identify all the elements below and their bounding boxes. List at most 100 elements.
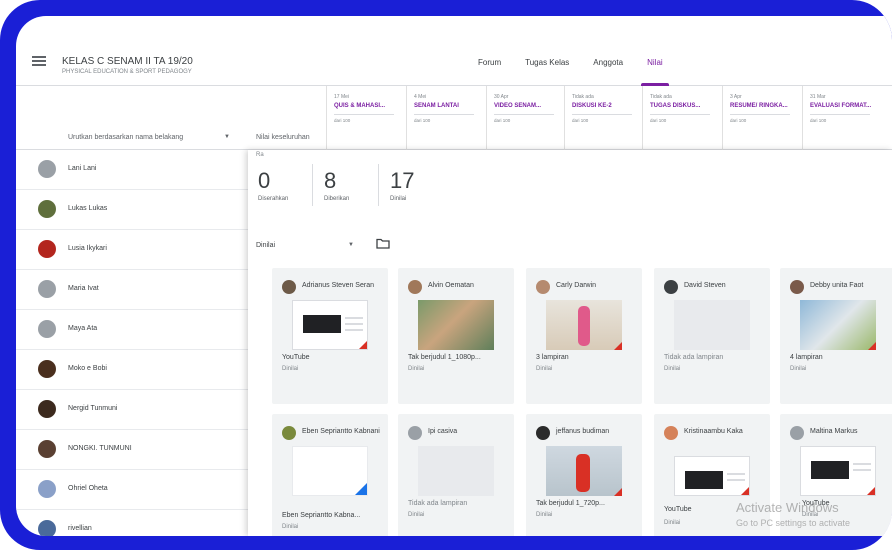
avatar bbox=[38, 320, 56, 338]
attachment-thumbnail[interactable] bbox=[800, 300, 876, 350]
avatar bbox=[790, 280, 804, 294]
status-filter-dropdown[interactable]: Dinilai bbox=[256, 242, 275, 249]
assignment-max: dari 100 bbox=[650, 118, 667, 123]
column-divider bbox=[642, 86, 643, 150]
student-row[interactable]: rivellian bbox=[16, 510, 248, 536]
attachment-label[interactable]: 4 lampiran bbox=[790, 354, 823, 361]
assignment-name[interactable]: TUGAS DISKUS... bbox=[650, 102, 720, 110]
assignment-name[interactable]: SENAM LANTAI bbox=[414, 102, 484, 110]
device-frame: KELAS C SENAM II TA 19/20 PHYSICAL EDUCA… bbox=[0, 0, 892, 550]
attachment-label[interactable]: YouTube bbox=[282, 354, 310, 361]
status-label: Dinilai bbox=[408, 512, 425, 518]
attachment-thumbnail[interactable] bbox=[674, 456, 750, 496]
assignment-due: 30 Apr bbox=[494, 94, 509, 100]
assignment-name[interactable]: RESUME/ RINGKA... bbox=[730, 102, 800, 110]
student-name: Ipi casiva bbox=[428, 428, 458, 435]
submission-card[interactable]: Ipi casiva Tidak ada lampiran Dinilai bbox=[398, 414, 514, 536]
submission-card[interactable]: Carly Darwin 3 lampiran Dinilai bbox=[526, 268, 642, 404]
sort-dropdown[interactable]: Urutkan berdasarkan nama belakang bbox=[68, 134, 183, 141]
student-row[interactable]: Moko e Bobi bbox=[16, 350, 248, 390]
top-bar: KELAS C SENAM II TA 19/20 PHYSICAL EDUCA… bbox=[16, 16, 892, 86]
assignment-max: dari 100 bbox=[810, 118, 827, 123]
assignment-column-1[interactable]: 17 Mei QUIS & MAHASI... dari 100 bbox=[334, 94, 404, 123]
student-row[interactable]: Ohriel Oheta bbox=[16, 470, 248, 510]
student-row[interactable]: Lukas Lukas bbox=[16, 190, 248, 230]
status-label: Dinilai bbox=[282, 524, 299, 530]
attachment-label[interactable]: Tak berjudul 1_720p... bbox=[536, 500, 605, 507]
assignment-column-4[interactable]: Tidak ada DISKUSI KE-2 dari 100 bbox=[572, 94, 642, 123]
attachment-thumbnail[interactable] bbox=[546, 300, 622, 350]
avatar bbox=[536, 426, 550, 440]
student-name: Eben Sepriantto Kabnani bbox=[302, 428, 380, 435]
attachment-thumbnail[interactable] bbox=[800, 446, 876, 496]
student-row[interactable]: Lusia Ikykari bbox=[16, 230, 248, 270]
student-name: rivellian bbox=[68, 525, 92, 532]
attachment-label[interactable]: YouTube bbox=[664, 506, 692, 513]
folder-icon[interactable] bbox=[376, 238, 390, 249]
attachment-label[interactable]: Tak berjudul 1_1080p... bbox=[408, 354, 481, 361]
tab-nilai[interactable]: Nilai bbox=[635, 58, 675, 86]
student-row[interactable]: Maria Ivat bbox=[16, 270, 248, 310]
assignment-column-6[interactable]: 3 Apr RESUME/ RINGKA... dari 100 bbox=[730, 94, 800, 123]
student-name: Kristinaambu Kaka bbox=[684, 428, 743, 435]
attachment-thumbnail[interactable] bbox=[418, 300, 494, 350]
student-row[interactable]: Maya Ata bbox=[16, 310, 248, 350]
tab-bar: Forum Tugas Kelas Anggota Nilai bbox=[466, 58, 675, 86]
submission-card[interactable]: Alvin Oematan Tak berjudul 1_1080p... Di… bbox=[398, 268, 514, 404]
status-label: Dinilai bbox=[664, 520, 681, 526]
attachment-thumbnail[interactable] bbox=[292, 300, 368, 350]
attachment-label[interactable]: 3 lampiran bbox=[536, 354, 569, 361]
avatar bbox=[282, 426, 296, 440]
submission-card[interactable]: David Steven Tidak ada lampiran Dinilai bbox=[654, 268, 770, 404]
avatar bbox=[38, 400, 56, 418]
tab-forum[interactable]: Forum bbox=[466, 58, 513, 86]
grade-header-row: Urutkan berdasarkan nama belakang ▼ Nila… bbox=[16, 86, 892, 150]
assignment-max: dari 100 bbox=[730, 118, 747, 123]
stat-value: 17 bbox=[390, 168, 415, 193]
student-name: David Steven bbox=[684, 282, 726, 289]
assignment-name[interactable]: DISKUSI KE-2 bbox=[572, 102, 642, 110]
assignment-column-3[interactable]: 30 Apr VIDEO SENAM... dari 100 bbox=[494, 94, 564, 123]
menu-icon[interactable] bbox=[32, 56, 46, 66]
class-title[interactable]: KELAS C SENAM II TA 19/20 bbox=[62, 56, 193, 67]
assignment-name[interactable]: EVALUASI FORMAT... bbox=[810, 102, 880, 110]
stat-label: Dinilai bbox=[390, 196, 407, 202]
student-row[interactable]: Nergid Tunmuni bbox=[16, 390, 248, 430]
submission-card[interactable]: jeffanus budiman Tak berjudul 1_720p... … bbox=[526, 414, 642, 536]
submission-card[interactable]: Debby unita Faot 4 lampiran Dinilai bbox=[780, 268, 892, 404]
student-row[interactable]: Lani Lani bbox=[16, 150, 248, 190]
student-list: Lani Lani Lukas Lukas Lusia Ikykari Mari… bbox=[16, 150, 248, 536]
assignment-name[interactable]: VIDEO SENAM... bbox=[494, 102, 564, 110]
attachment-thumbnail[interactable] bbox=[292, 446, 368, 496]
avatar bbox=[38, 160, 56, 178]
avatar bbox=[282, 280, 296, 294]
overall-grade-label: Nilai keseluruhan bbox=[256, 134, 310, 141]
assignment-column-5[interactable]: Tidak ada TUGAS DISKUS... dari 100 bbox=[650, 94, 720, 123]
avatar bbox=[408, 426, 422, 440]
classroom-screen: KELAS C SENAM II TA 19/20 PHYSICAL EDUCA… bbox=[16, 16, 892, 536]
assignment-column-7[interactable]: 31 Mar EVALUASI FORMAT... dari 100 bbox=[810, 94, 880, 123]
assignment-due: 31 Mar bbox=[810, 94, 826, 100]
assignment-name[interactable]: QUIS & MAHASI... bbox=[334, 102, 404, 110]
tab-tugas-kelas[interactable]: Tugas Kelas bbox=[513, 58, 581, 86]
attachment-thumbnail bbox=[418, 446, 494, 496]
submission-card[interactable]: Adrianus Steven Seran YouTube Dinilai bbox=[272, 268, 388, 404]
attachment-thumbnail[interactable] bbox=[546, 446, 622, 496]
student-name: Adrianus Steven Seran bbox=[302, 282, 374, 289]
chevron-down-icon[interactable]: ▼ bbox=[224, 134, 230, 140]
submission-card[interactable]: Eben Sepriantto Kabnani Eben Sepriantto … bbox=[272, 414, 388, 536]
avatar bbox=[38, 360, 56, 378]
assignment-column-2[interactable]: 4 Mei SENAM LANTAI dari 100 bbox=[414, 94, 484, 123]
column-divider bbox=[564, 86, 565, 150]
assignment-due: 4 Mei bbox=[414, 94, 427, 100]
avatar bbox=[790, 426, 804, 440]
column-divider bbox=[326, 86, 327, 150]
avatar bbox=[664, 426, 678, 440]
student-name: Carly Darwin bbox=[556, 282, 597, 289]
student-row[interactable]: NONGKI. TUNMUNI bbox=[16, 430, 248, 470]
tab-anggota[interactable]: Anggota bbox=[581, 58, 635, 86]
chevron-down-icon[interactable]: ▼ bbox=[348, 242, 354, 248]
attachment-label[interactable]: Eben Sepriantto Kabna... bbox=[282, 512, 360, 519]
stat-diberikan: 8 Diberikan bbox=[324, 168, 349, 202]
status-label: Dinilai bbox=[282, 366, 299, 372]
